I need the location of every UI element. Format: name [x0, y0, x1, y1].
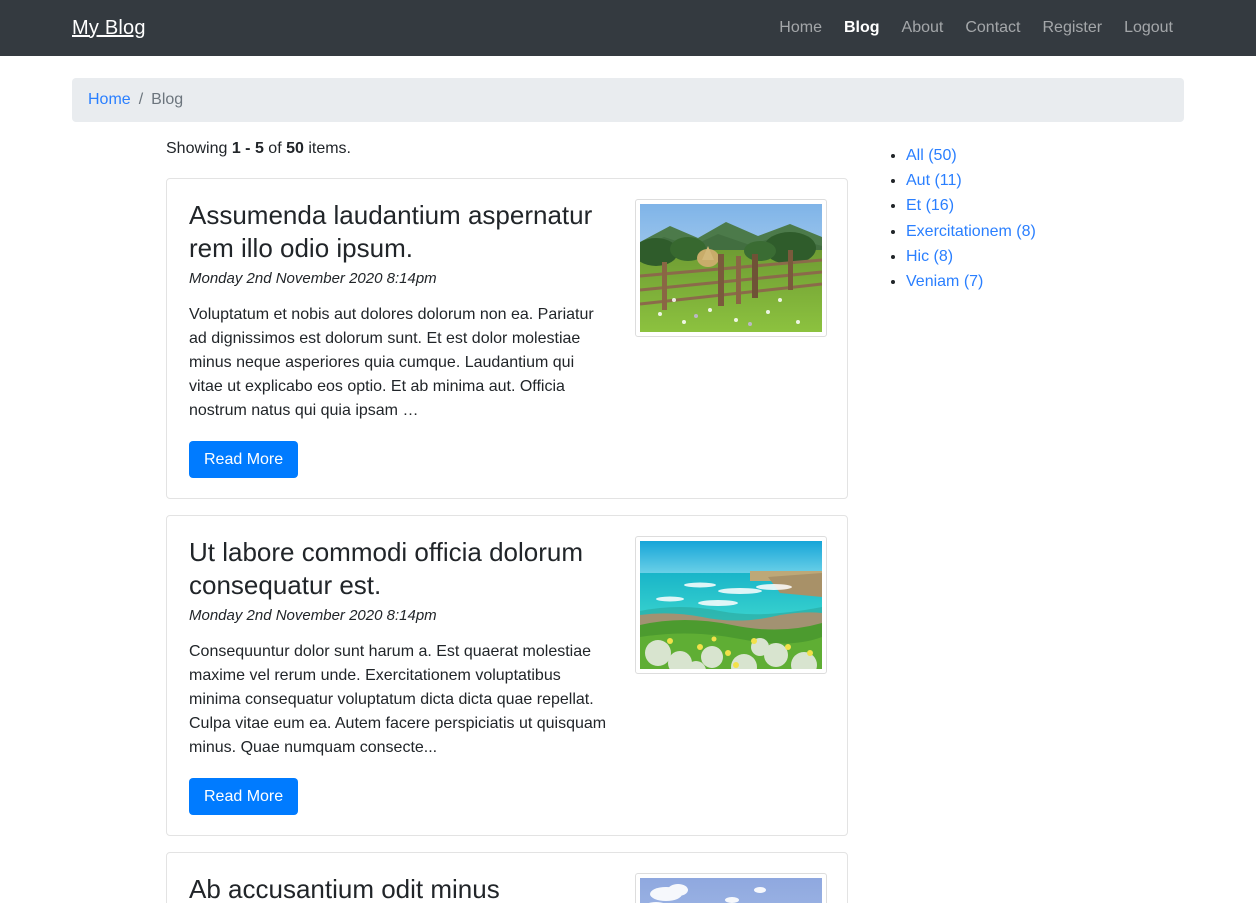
category-link-all[interactable]: All (50): [906, 147, 957, 164]
breadcrumb-separator: /: [138, 91, 144, 108]
post-card-body: Assumenda laudantium aspernatur rem illo…: [187, 199, 607, 479]
nav-link-contact[interactable]: Contact: [954, 19, 1031, 37]
post-excerpt: Voluptatum et nobis aut dolores dolorum …: [189, 306, 594, 419]
post-date: Monday 2nd November 2020 8:14pm: [189, 607, 437, 625]
read-more-button[interactable]: Read More: [189, 778, 299, 816]
breadcrumb-current-blog: Blog: [151, 91, 184, 108]
category-link-hic[interactable]: Hic (8): [906, 248, 953, 265]
content-area: Showing 1 - 5 of 50 items. Assumenda lau…: [0, 140, 1256, 903]
list-item: Aut (11): [906, 171, 1162, 190]
post-title[interactable]: Ut labore commodi officia dolorum conseq…: [189, 536, 607, 601]
showing-middle: of: [263, 140, 287, 157]
category-link-aut[interactable]: Aut (11): [906, 172, 962, 189]
showing-total: 50: [286, 140, 304, 157]
breadcrumb: Home / Blog: [72, 78, 1184, 122]
nav-link-register[interactable]: Register: [1031, 19, 1113, 37]
post-title[interactable]: Assumenda laudantium aspernatur rem illo…: [189, 199, 607, 264]
showing-prefix: Showing: [166, 140, 232, 157]
nav-link-about[interactable]: About: [891, 19, 955, 37]
category-link-et[interactable]: Et (16): [906, 197, 954, 214]
list-item: Exercitationem (8): [906, 222, 1162, 241]
post-thumbnail-image: [640, 204, 822, 332]
post-card-body: Ab accusantium odit minus Read More: [187, 873, 607, 903]
navbar-links: Home Blog About Contact Register Logout: [768, 19, 1256, 37]
breadcrumb-link-home[interactable]: Home: [88, 91, 131, 109]
results-count: Showing 1 - 5 of 50 items.: [166, 140, 862, 158]
navbar-brand[interactable]: My Blog: [72, 17, 146, 40]
nav-link-logout[interactable]: Logout: [1113, 19, 1184, 37]
category-link-exercitationem[interactable]: Exercitationem (8): [906, 223, 1036, 240]
post-thumbnail-frame: [635, 199, 827, 337]
post-thumbnail-image: [640, 878, 822, 903]
sidebar: All (50) Aut (11) Et (16) Exercitationem…: [862, 140, 1162, 903]
post-date: Monday 2nd November 2020 8:14pm: [189, 270, 437, 287]
post-thumbnail-frame: [635, 536, 827, 675]
page-container: Home / Blog Showing 1 - 5 of 50 items. A…: [0, 78, 1256, 903]
list-item: Hic (8): [906, 247, 1162, 266]
list-item: Veniam (7): [906, 272, 1162, 291]
post-title[interactable]: Ab accusantium odit minus: [189, 873, 607, 903]
posts-column: Showing 1 - 5 of 50 items. Assumenda lau…: [72, 140, 862, 903]
nav-link-home[interactable]: Home: [768, 19, 833, 37]
list-item: Et (16): [906, 196, 1162, 215]
category-list: All (50) Aut (11) Et (16) Exercitationem…: [884, 146, 1162, 291]
post-card[interactable]: Ab accusantium odit minus Read More: [166, 852, 848, 903]
post-excerpt: Consequuntur dolor sunt harum a. Est qua…: [189, 643, 607, 757]
post-card[interactable]: Ut labore commodi officia dolorum conseq…: [166, 515, 848, 837]
post-thumbnail-frame: [635, 873, 827, 903]
post-card[interactable]: Assumenda laudantium aspernatur rem illo…: [166, 178, 848, 500]
post-card-body: Ut labore commodi officia dolorum conseq…: [187, 536, 607, 816]
read-more-button[interactable]: Read More: [189, 441, 299, 479]
showing-range: 1 - 5: [231, 140, 264, 157]
post-thumbnail-image: [640, 541, 822, 670]
showing-suffix: items.: [303, 140, 351, 157]
nav-link-blog[interactable]: Blog: [833, 19, 891, 37]
category-link-veniam[interactable]: Veniam (7): [906, 273, 983, 290]
top-navbar: My Blog Home Blog About Contact Register…: [0, 0, 1256, 56]
list-item: All (50): [906, 146, 1162, 165]
